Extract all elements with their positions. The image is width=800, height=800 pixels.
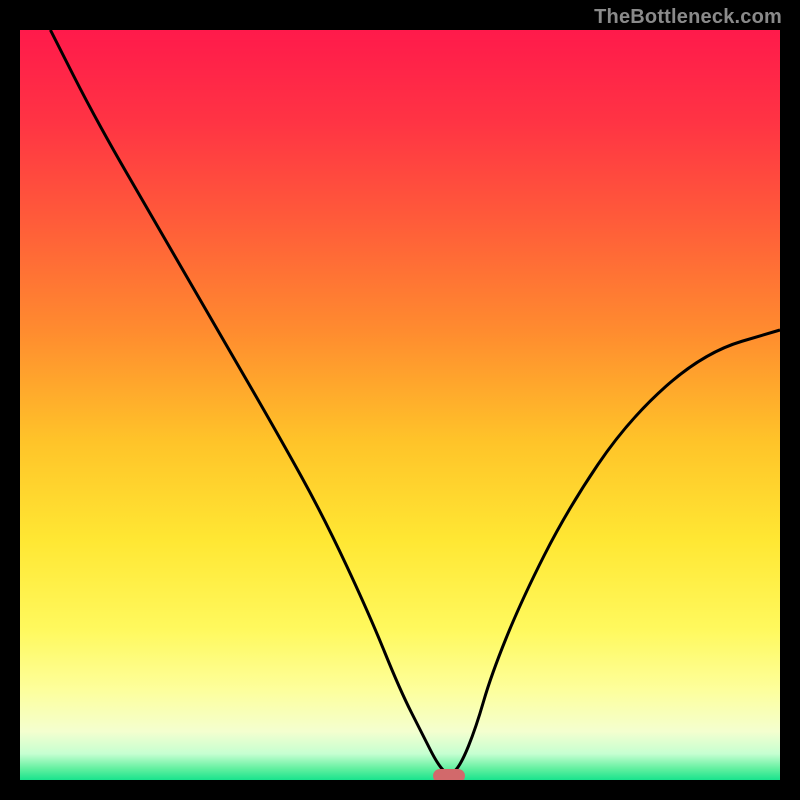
watermark-text: TheBottleneck.com [594, 6, 782, 29]
plot-area [20, 30, 780, 780]
optimal-point-marker [433, 769, 465, 780]
chart-frame: TheBottleneck.com [0, 0, 800, 800]
bottleneck-curve [20, 30, 780, 780]
